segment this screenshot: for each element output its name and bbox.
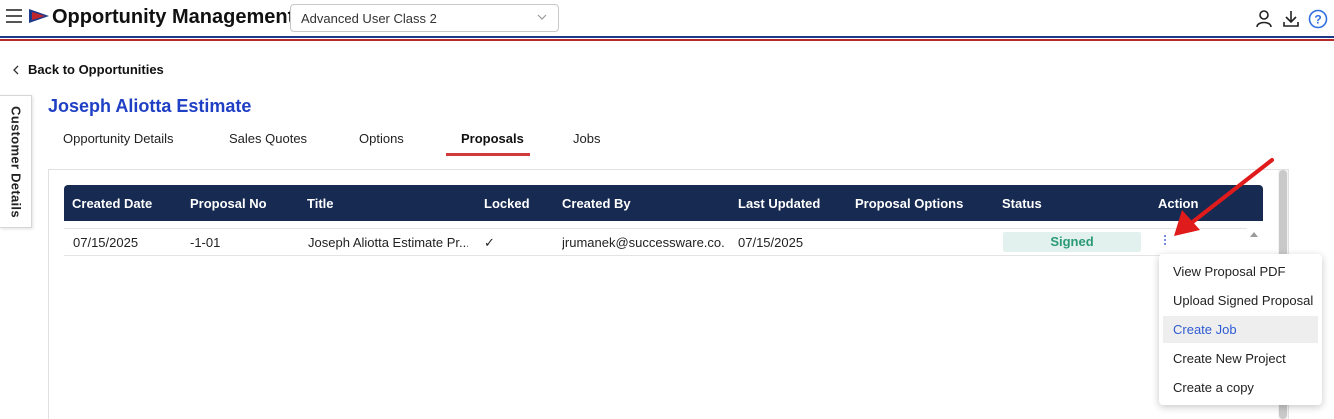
user-icon[interactable] (1254, 9, 1274, 29)
menu-item-view-proposal-pdf[interactable]: View Proposal PDF (1163, 258, 1318, 285)
column-header-last-updated[interactable]: Last Updated (738, 196, 820, 211)
tab-options[interactable]: Options (359, 131, 404, 146)
row-action-kebab-icon[interactable] (1160, 233, 1170, 251)
chevron-left-icon (13, 65, 19, 74)
cell-created-date: 07/15/2025 (73, 235, 139, 250)
header-divider-accent (0, 39, 1334, 41)
svg-text:?: ? (1314, 13, 1321, 27)
cell-proposal-no: -1-01 (190, 235, 221, 250)
column-header-status[interactable]: Status (1002, 196, 1042, 211)
action-menu: View Proposal PDF Upload Signed Proposal… (1159, 254, 1322, 405)
locked-check-icon: ✓ (484, 235, 495, 250)
app-title: Opportunity Management (52, 6, 295, 28)
tab-proposals[interactable]: Proposals (461, 131, 524, 146)
menu-item-create-job[interactable]: Create Job (1163, 316, 1318, 343)
menu-item-create-a-copy[interactable]: Create a copy (1163, 374, 1318, 401)
column-header-action: Action (1158, 196, 1199, 211)
tab-opportunity-details[interactable]: Opportunity Details (63, 131, 174, 146)
cell-created-by: jrumanek@successware.co... (562, 235, 725, 250)
column-header-created-by[interactable]: Created By (562, 196, 631, 211)
chevron-down-icon (537, 14, 547, 20)
cell-title: Joseph Aliotta Estimate Pr... (308, 235, 468, 250)
logo-flag-icon (29, 9, 49, 23)
help-icon[interactable]: ? (1308, 9, 1328, 29)
customer-details-side-tab[interactable]: Customer Details (0, 95, 32, 228)
column-header-proposal-options[interactable]: Proposal Options (855, 196, 963, 211)
cell-last-updated: 07/15/2025 (738, 235, 804, 250)
active-tab-indicator (446, 153, 530, 156)
back-link-label: Back to Opportunities (28, 62, 164, 77)
download-icon[interactable] (1281, 9, 1301, 29)
menu-item-upload-signed-proposal[interactable]: Upload Signed Proposal (1163, 287, 1318, 314)
tab-jobs[interactable]: Jobs (573, 131, 600, 146)
column-header-locked[interactable]: Locked (484, 196, 530, 211)
tab-sales-quotes[interactable]: Sales Quotes (229, 131, 307, 146)
top-bar: Opportunity Management Advanced User Cla… (0, 0, 1334, 36)
column-header-proposal-no[interactable]: Proposal No (190, 196, 267, 211)
side-tab-label: Customer Details (8, 105, 23, 218)
page-title: Joseph Aliotta Estimate (48, 96, 252, 116)
class-select-value: Advanced User Class 2 (301, 11, 437, 26)
column-header-created-date[interactable]: Created Date (72, 196, 152, 211)
menu-item-create-new-project[interactable]: Create New Project (1163, 345, 1318, 372)
class-select[interactable]: Advanced User Class 2 (290, 4, 559, 32)
status-badge: Signed (1003, 232, 1141, 252)
column-header-title[interactable]: Title (307, 196, 334, 211)
back-to-opportunities-link[interactable]: Back to Opportunities (12, 62, 164, 77)
menu-icon[interactable] (6, 9, 22, 25)
header-divider (0, 36, 1334, 38)
